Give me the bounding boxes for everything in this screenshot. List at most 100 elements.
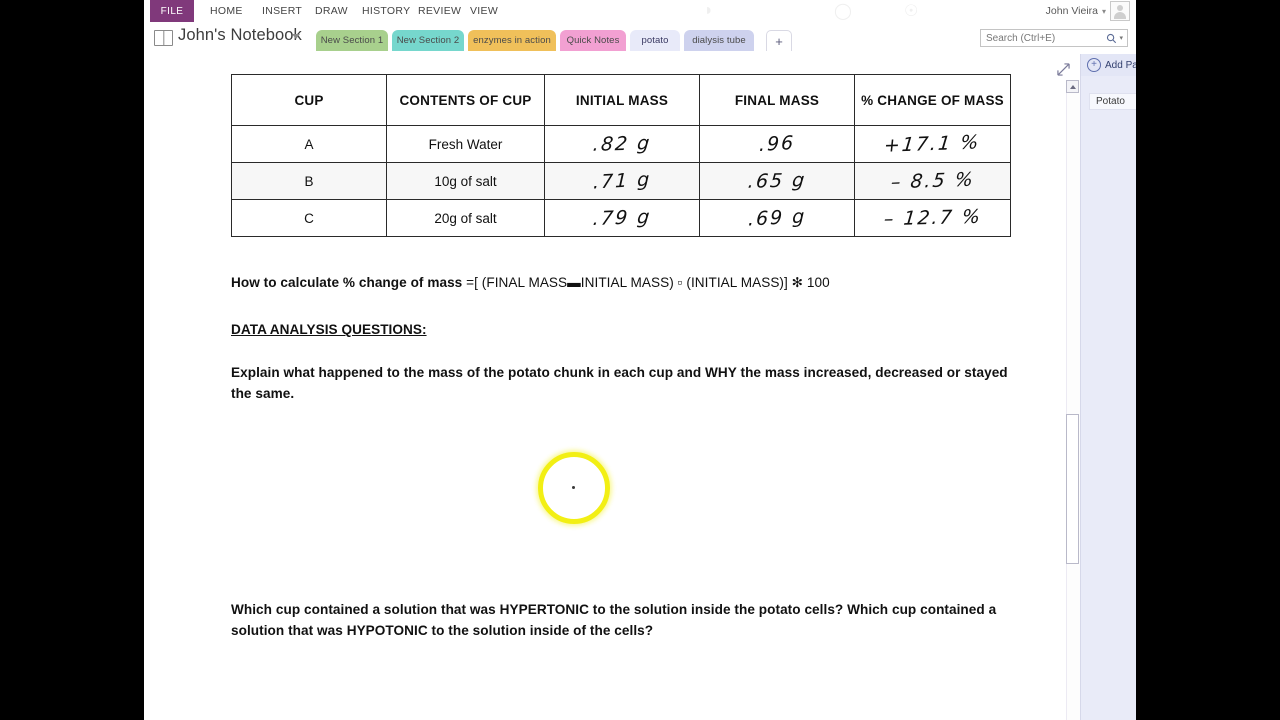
formula-body: =[ (FINAL MASS▬INITIAL MASS) ▫ (INITIAL … xyxy=(462,275,830,290)
column-header-percent-change: % CHANGE OF MASS xyxy=(854,74,1011,126)
page-scrollbar-track[interactable] xyxy=(1066,80,1080,720)
file-tab-label: FILE xyxy=(160,5,184,17)
handwritten-value: .79 g xyxy=(591,205,653,231)
section-tab-label: New Section 1 xyxy=(320,35,384,46)
handwritten-value: – 8.5 % xyxy=(889,168,976,194)
tab-history-label: HISTORY xyxy=(362,5,411,17)
add-section-button[interactable]: + xyxy=(766,30,792,51)
triangle-up-icon xyxy=(1069,84,1076,89)
cell-contents: 10g of salt xyxy=(386,162,545,200)
page-scrollbar-thumb[interactable] xyxy=(1066,414,1079,564)
section-tab-label: potato xyxy=(641,35,669,46)
column-header-initial-mass: INITIAL MASS xyxy=(544,74,700,126)
handwritten-value: .82 g xyxy=(591,132,653,156)
page-list-item-label: Potato xyxy=(1096,96,1125,107)
question-1: Explain what happened to the mass of the… xyxy=(231,365,1008,401)
add-page-label: Add Pa xyxy=(1105,59,1136,71)
handwritten-value: .71 g xyxy=(592,168,652,194)
tab-review[interactable]: REVIEW xyxy=(412,0,467,22)
section-tab-new-section-1[interactable]: New Section 1 xyxy=(316,30,388,51)
tab-view[interactable]: VIEW xyxy=(464,0,504,22)
table-row: B 10g of salt .71 g .65 g – 8.5 % xyxy=(231,162,1011,200)
cell-initial-mass: .79 g xyxy=(544,199,700,237)
section-tab-quick-notes[interactable]: Quick Notes xyxy=(560,30,626,51)
tab-draw[interactable]: DRAW xyxy=(309,0,354,22)
screen: ◗ ◯ ☉ FILE HOME INSERT DRAW HISTORY REVI… xyxy=(0,0,1280,720)
question-2: Which cup contained a solution that was … xyxy=(231,602,997,638)
notebook-icon xyxy=(154,30,173,46)
cell-percent-change: – 12.7 % xyxy=(854,199,1011,237)
handwritten-value: – 12.7 % xyxy=(882,205,983,231)
tab-insert-label: INSERT xyxy=(262,5,303,17)
file-tab[interactable]: FILE xyxy=(150,0,194,22)
formula-label: How to calculate % change of mass xyxy=(231,275,463,290)
tab-home[interactable]: HOME xyxy=(204,0,249,22)
table-header-row: CUP CONTENTS OF CUP INITIAL MASS FINAL M… xyxy=(231,74,1011,126)
table-row: A Fresh Water .82 g .96 +17.1 % xyxy=(231,125,1011,163)
tab-draw-label: DRAW xyxy=(315,5,348,17)
tab-history[interactable]: HISTORY xyxy=(356,0,416,22)
notebook-title[interactable]: John's Notebook xyxy=(178,26,302,45)
cell-initial-mass: .71 g xyxy=(544,162,700,200)
cell-contents: Fresh Water xyxy=(386,125,545,163)
letterbox-right xyxy=(1136,0,1280,720)
notebook-nav-strip: John's Notebook New Section 1 New Sectio… xyxy=(144,22,1136,76)
column-header-cup: CUP xyxy=(231,74,387,126)
handwritten-value: .65 g xyxy=(746,169,808,193)
tab-review-label: REVIEW xyxy=(418,5,462,17)
notebook-chevron-down-icon[interactable] xyxy=(292,34,300,39)
data-table: CUP CONTENTS OF CUP INITIAL MASS FINAL M… xyxy=(231,74,1011,237)
handwritten-value: .69 g xyxy=(747,205,807,231)
search-box[interactable]: Search (Ctrl+E) ▾ xyxy=(980,29,1128,47)
avatar[interactable] xyxy=(1110,1,1130,21)
cell-initial-mass: .82 g xyxy=(544,125,700,163)
section-tab-label: Quick Notes xyxy=(566,35,620,46)
cell-cup: A xyxy=(231,125,387,163)
cell-cup: C xyxy=(231,199,387,237)
expand-page-icon[interactable] xyxy=(1056,62,1070,76)
cell-percent-change: – 8.5 % xyxy=(854,162,1011,200)
section-tab-new-section-2[interactable]: New Section 2 xyxy=(392,30,464,51)
page-area: CUP CONTENTS OF CUP INITIAL MASS FINAL M… xyxy=(144,54,1136,720)
scroll-up-button[interactable] xyxy=(1066,80,1079,93)
tab-home-label: HOME xyxy=(210,5,243,17)
cursor-dot xyxy=(572,486,575,489)
search-icon[interactable] xyxy=(1106,33,1117,44)
section-tab-potato[interactable]: potato xyxy=(630,30,680,51)
section-tab-label: New Section 2 xyxy=(396,35,460,46)
user-name-label: John Vieira xyxy=(1045,5,1098,17)
chevron-down-icon[interactable]: ▾ xyxy=(1102,7,1106,16)
plus-circle-icon: + xyxy=(1087,58,1101,72)
handwritten-value: +17.1 % xyxy=(883,131,982,157)
column-header-contents: CONTENTS OF CUP xyxy=(386,74,545,126)
search-icon-group[interactable]: ▾ xyxy=(1106,33,1127,44)
search-chevron-down-icon[interactable]: ▾ xyxy=(1119,34,1123,42)
ribbon-bar: ◗ ◯ ☉ FILE HOME INSERT DRAW HISTORY REVI… xyxy=(144,0,1136,22)
table-row: C 20g of salt .79 g .69 g – 12.7 % xyxy=(231,199,1011,237)
cell-percent-change: +17.1 % xyxy=(854,125,1011,163)
cell-cup: B xyxy=(231,162,387,200)
cell-final-mass: .69 g xyxy=(699,199,855,237)
add-page-button[interactable]: + Add Pa xyxy=(1081,54,1136,76)
onenote-window: ◗ ◯ ☉ FILE HOME INSERT DRAW HISTORY REVI… xyxy=(144,0,1136,720)
ribbon-watermark-2: ◯ xyxy=(834,3,852,20)
user-account-area[interactable]: John Vieira ▾ xyxy=(1046,0,1130,22)
tab-view-label: VIEW xyxy=(470,5,499,17)
ribbon-watermark: ◗ xyxy=(704,2,714,19)
section-tab-enzymes-in-action[interactable]: enzymes in action xyxy=(468,30,556,51)
data-analysis-heading: DATA ANALYSIS QUESTIONS: xyxy=(231,322,427,337)
cell-contents: 20g of salt xyxy=(386,199,545,237)
column-header-final-mass: FINAL MASS xyxy=(699,74,855,126)
section-tab-label: enzymes in action xyxy=(473,35,551,46)
cell-final-mass: .96 xyxy=(699,125,855,163)
tab-insert[interactable]: INSERT xyxy=(256,0,308,22)
section-tab-dialysis-tube[interactable]: dialysis tube xyxy=(684,30,754,51)
search-input[interactable]: Search (Ctrl+E) xyxy=(981,33,1106,44)
ribbon-watermark-3: ☉ xyxy=(904,3,919,20)
note-canvas[interactable]: CUP CONTENTS OF CUP INITIAL MASS FINAL M… xyxy=(144,54,1066,720)
formula-line: How to calculate % change of mass =[ (FI… xyxy=(231,272,991,293)
page-list-item-potato[interactable]: Potato xyxy=(1089,93,1136,110)
section-tab-label: dialysis tube xyxy=(692,35,746,46)
cell-final-mass: .65 g xyxy=(699,162,855,200)
handwritten-value: .96 xyxy=(758,132,796,156)
